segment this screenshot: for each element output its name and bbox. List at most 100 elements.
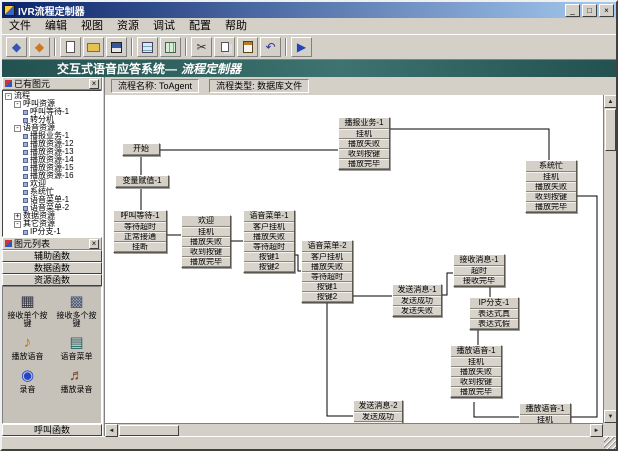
flow-canvas[interactable]: 开始变量赋值-1呼叫等待-1等待超时正常接通挂断欢迎挂机播放失败收到按键播放完毕… (105, 95, 603, 423)
flow-node-接收消息-1[interactable]: 接收消息-1超时接收完毕 (453, 254, 505, 287)
palette-item-录音[interactable]: ◉录音 (5, 367, 51, 394)
node-port-按键1[interactable]: 按键1 (302, 282, 352, 292)
node-port-播放失败[interactable]: 播放失败 (526, 182, 576, 192)
node-port-客户挂机[interactable]: 客户挂机 (244, 222, 294, 232)
node-port-播放失败[interactable]: 播放失败 (244, 232, 294, 242)
node-port-表达式假[interactable]: 表达式假 (470, 319, 518, 329)
vertical-scroll-thumb[interactable] (605, 109, 616, 151)
node-port-播放失败[interactable]: 播放失败 (451, 367, 501, 377)
expand-icon[interactable]: + (14, 213, 21, 220)
node-port-客户挂机[interactable]: 客户挂机 (302, 252, 352, 262)
node-port-收到按键[interactable]: 收到按键 (526, 192, 576, 202)
save-file-icon-button[interactable] (106, 37, 127, 57)
scroll-up-icon[interactable]: ▲ (604, 95, 617, 108)
node-port-接收完毕[interactable]: 接收完毕 (454, 276, 504, 286)
vertical-scroll-track[interactable] (604, 152, 616, 410)
flow-node-语音菜单-1[interactable]: 语音菜单-1客户挂机播放失败等待超时按键1按键2 (243, 210, 295, 273)
scroll-left-icon[interactable]: ◄ (105, 424, 118, 437)
node-port-发送成功[interactable]: 发送成功 (354, 412, 402, 422)
node-port-挂机[interactable]: 挂机 (339, 129, 389, 139)
resource-grid-icon-button[interactable] (137, 37, 158, 57)
collapse-icon[interactable]: - (14, 101, 21, 108)
node-port-挂断[interactable]: 挂断 (114, 242, 166, 252)
node-port-发送成功[interactable]: 发送成功 (393, 296, 441, 306)
menu-调试[interactable]: 调试 (146, 18, 182, 35)
menu-视图[interactable]: 视图 (74, 18, 110, 35)
run-icon-button[interactable]: ▶ (291, 37, 312, 57)
flow-node-开始[interactable]: 开始 (122, 143, 160, 156)
node-port-播放完毕[interactable]: 播放完毕 (339, 159, 389, 169)
menu-帮助[interactable]: 帮助 (218, 18, 254, 35)
paste-icon-button[interactable] (237, 37, 258, 57)
node-port-播放失败[interactable]: 播放失败 (302, 262, 352, 272)
node-port-挂机[interactable]: 挂机 (526, 172, 576, 182)
node-port-播放完毕[interactable]: 播放完毕 (526, 202, 576, 212)
cut-icon-button[interactable]: ✂ (191, 37, 212, 57)
flow-diamond-blue-icon-button[interactable]: ◆ (6, 37, 27, 57)
menu-编辑[interactable]: 编辑 (38, 18, 74, 35)
data-table-icon-button[interactable] (160, 37, 181, 57)
node-port-收到按键[interactable]: 收到按键 (451, 377, 501, 387)
node-port-按键2[interactable]: 按键2 (302, 292, 352, 302)
resize-grip[interactable] (604, 437, 616, 449)
horizontal-scroll-track[interactable] (180, 424, 590, 436)
palette-item-接收多个按键[interactable]: ▩接收多个按键 (54, 293, 100, 328)
group-resource-functions[interactable]: 资源函数 (2, 274, 102, 286)
flow-node-发送消息-1[interactable]: 发送消息-1发送成功发送失败 (392, 284, 442, 317)
node-port-收到按键[interactable]: 收到按键 (182, 247, 230, 257)
flow-node-系统忙[interactable]: 系统忙挂机播放失败收到按键播放完毕 (525, 160, 577, 213)
copy-icon-button[interactable] (214, 37, 235, 57)
node-port-等待超时[interactable]: 等待超时 (114, 222, 166, 232)
new-file-icon-button[interactable] (60, 37, 81, 57)
undo-icon-button[interactable]: ↶ (260, 37, 281, 57)
node-port-按键2[interactable]: 按键2 (244, 262, 294, 272)
minimize-button[interactable]: _ (565, 4, 580, 17)
flow-node-变量赋值-1[interactable]: 变量赋值-1 (115, 175, 169, 188)
vertical-scrollbar[interactable]: ▲ ▼ (603, 95, 616, 423)
node-port-收到按键[interactable]: 收到按键 (339, 149, 389, 159)
node-port-超时[interactable]: 超时 (454, 266, 504, 276)
collapse-icon[interactable]: - (14, 221, 21, 228)
collapse-icon[interactable]: - (5, 93, 12, 100)
node-port-播放失败[interactable]: 播放失败 (182, 237, 230, 247)
menu-文件[interactable]: 文件 (2, 18, 38, 35)
collapse-icon[interactable]: - (14, 125, 21, 132)
scroll-right-icon[interactable]: ► (590, 424, 603, 437)
flow-node-发送消息-2[interactable]: 发送消息-2发送成功发送失败 (353, 400, 403, 423)
existing-panel-close-button[interactable]: × (89, 79, 99, 89)
flow-node-欢迎[interactable]: 欢迎挂机播放失败收到按键播放完毕 (181, 215, 231, 268)
flow-node-语音菜单-2[interactable]: 语音菜单-2客户挂机播放失败等待超时按键1按键2 (301, 240, 353, 303)
tree-item-播放资源-16[interactable]: 播放资源-16 (3, 172, 101, 180)
group-aux-functions[interactable]: 辅助函数 (2, 250, 102, 262)
group-call-functions[interactable]: 呼叫函数 (2, 424, 102, 436)
node-port-按键1[interactable]: 按键1 (244, 252, 294, 262)
node-port-表达式真[interactable]: 表达式真 (470, 309, 518, 319)
node-port-等待超时[interactable]: 等待超时 (302, 272, 352, 282)
close-button[interactable]: × (599, 4, 614, 17)
node-port-播放失败[interactable]: 播放失败 (339, 139, 389, 149)
flow-diamond-orange-icon-button[interactable]: ◆ (29, 37, 50, 57)
node-port-挂机[interactable]: 挂机 (520, 415, 570, 423)
node-port-等待超时[interactable]: 等待超时 (244, 242, 294, 252)
node-port-挂机[interactable]: 挂机 (182, 227, 230, 237)
horizontal-scrollbar[interactable]: ◄ ► (105, 423, 603, 436)
menu-资源[interactable]: 资源 (110, 18, 146, 35)
node-port-播放完毕[interactable]: 播放完毕 (182, 257, 230, 267)
flow-node-播放语音-1[interactable]: 播放语音-1挂机播放完毕 (519, 403, 571, 423)
flow-node-播报业务-1[interactable]: 播报业务-1挂机播放失败收到按键播放完毕 (338, 117, 390, 170)
node-port-挂机[interactable]: 挂机 (451, 357, 501, 367)
tree-item-IP分支-1[interactable]: IP分支-1 (3, 228, 101, 236)
node-port-正常接通[interactable]: 正常接通 (114, 232, 166, 242)
palette-item-播放语音[interactable]: ♪播放语音 (5, 334, 51, 361)
node-port-发送失败[interactable]: 发送失败 (393, 306, 441, 316)
palette-item-接收单个按键[interactable]: ▦接收单个按键 (5, 293, 51, 328)
scroll-down-icon[interactable]: ▼ (604, 410, 617, 423)
palette-item-语音菜单[interactable]: ▤语音菜单 (54, 334, 100, 361)
horizontal-scroll-thumb[interactable] (119, 425, 179, 436)
maximize-button[interactable]: □ (582, 4, 597, 17)
menu-配置[interactable]: 配置 (182, 18, 218, 35)
node-port-播放完毕[interactable]: 播放完毕 (451, 387, 501, 397)
flow-node-IP分支-1[interactable]: IP分支-1表达式真表达式假 (469, 297, 519, 330)
open-file-icon-button[interactable] (83, 37, 104, 57)
group-data-functions[interactable]: 数据函数 (2, 262, 102, 274)
